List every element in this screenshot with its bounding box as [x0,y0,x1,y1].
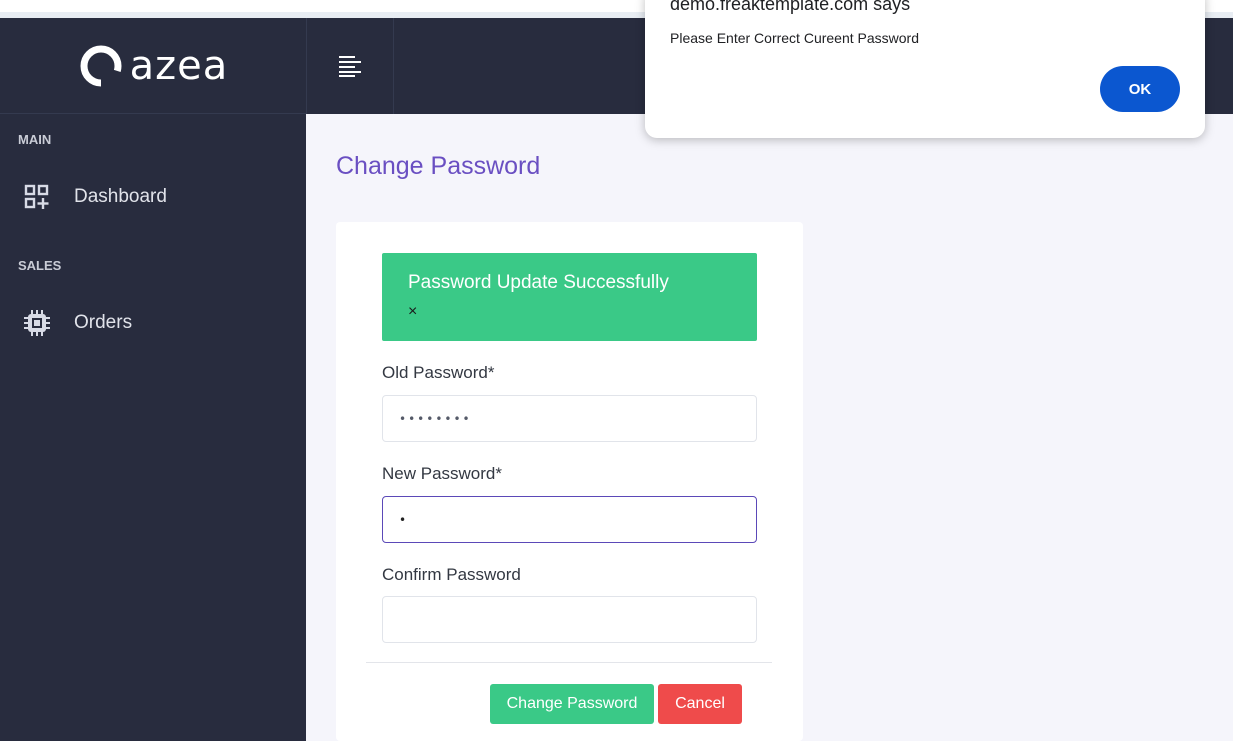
change-password-button[interactable]: Change Password [490,684,654,724]
alert-message: Password Update Successfully [408,272,669,293]
logo-area: azea [0,18,306,114]
sidebar-section-main: MAIN [18,132,52,147]
chip-icon [22,308,52,338]
sidebar-item-label: Orders [74,312,133,333]
dialog-message: Please Enter Correct Cureent Password [670,30,919,46]
success-alert: Password Update Successfully × [382,253,757,341]
dialog-ok-button[interactable]: OK [1100,66,1180,112]
old-password-field[interactable]: •••••••• [382,395,757,442]
alert-close-icon[interactable]: × [408,303,417,321]
sidebar-section-sales: SALES [18,258,62,273]
confirm-password-label: Confirm Password [382,565,521,584]
browser-alert-dialog: demo.freaktemplate.com says Please Enter… [645,0,1205,138]
page-title: Change Password [336,152,541,180]
sidebar-item-dashboard[interactable]: Dashboard [0,175,306,219]
brand-logo[interactable]: azea [78,43,229,89]
new-password-label: New Password* [382,464,502,483]
dialog-title: demo.freaktemplate.com says [670,0,911,14]
sidebar-item-label: Dashboard [74,186,167,207]
dashboard-icon [22,182,52,212]
logo-text: azea [129,42,229,89]
form-divider [366,662,772,663]
confirm-password-field[interactable] [382,596,757,643]
menu-toggle-button[interactable] [306,18,394,114]
azea-logo-icon [80,45,122,86]
cancel-button[interactable]: Cancel [658,684,742,724]
old-password-label: Old Password* [382,363,495,382]
sidebar: azea MAIN Dashboard SALES Orders [0,18,306,741]
menu-lines-icon [339,56,361,77]
sidebar-item-orders[interactable]: Orders [0,301,306,345]
new-password-field[interactable]: • [382,496,757,543]
change-password-card: Password Update Successfully × Old Passw… [336,222,803,741]
